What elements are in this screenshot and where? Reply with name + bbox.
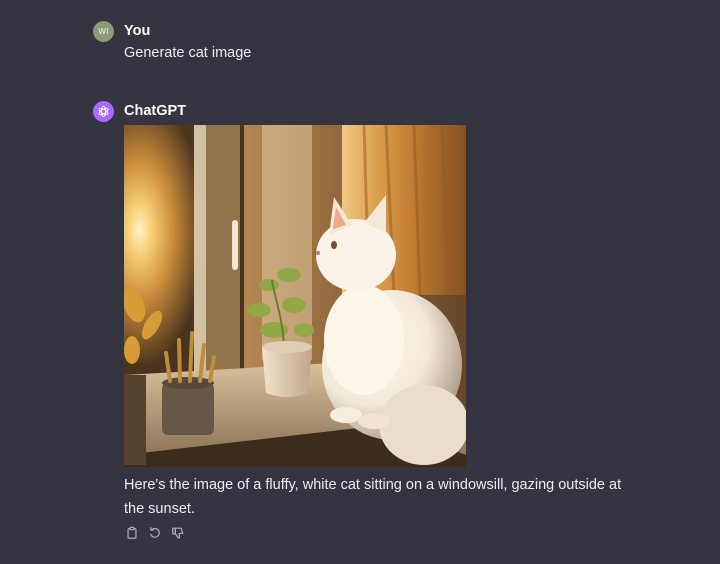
copy-button[interactable] <box>124 525 140 541</box>
thumbs-down-icon <box>172 527 184 539</box>
user-avatar-initials: WI <box>98 27 109 36</box>
copy-icon <box>127 526 137 539</box>
openai-logo-icon <box>98 105 109 118</box>
regenerate-button[interactable] <box>147 525 163 541</box>
assistant-message-text: Here's the image of a fluffy, white cat … <box>124 477 622 517</box>
chatgpt-avatar <box>93 101 114 122</box>
user-author-name: You <box>124 23 151 39</box>
thumbs-down-button[interactable] <box>170 525 186 541</box>
generated-cat-image[interactable] <box>124 125 466 467</box>
regenerate-icon <box>150 526 160 538</box>
user-message-text: Generate cat image <box>124 45 252 61</box>
user-avatar: WI <box>93 21 114 42</box>
assistant-author-name: ChatGPT <box>124 103 187 119</box>
message-actions <box>124 525 186 541</box>
